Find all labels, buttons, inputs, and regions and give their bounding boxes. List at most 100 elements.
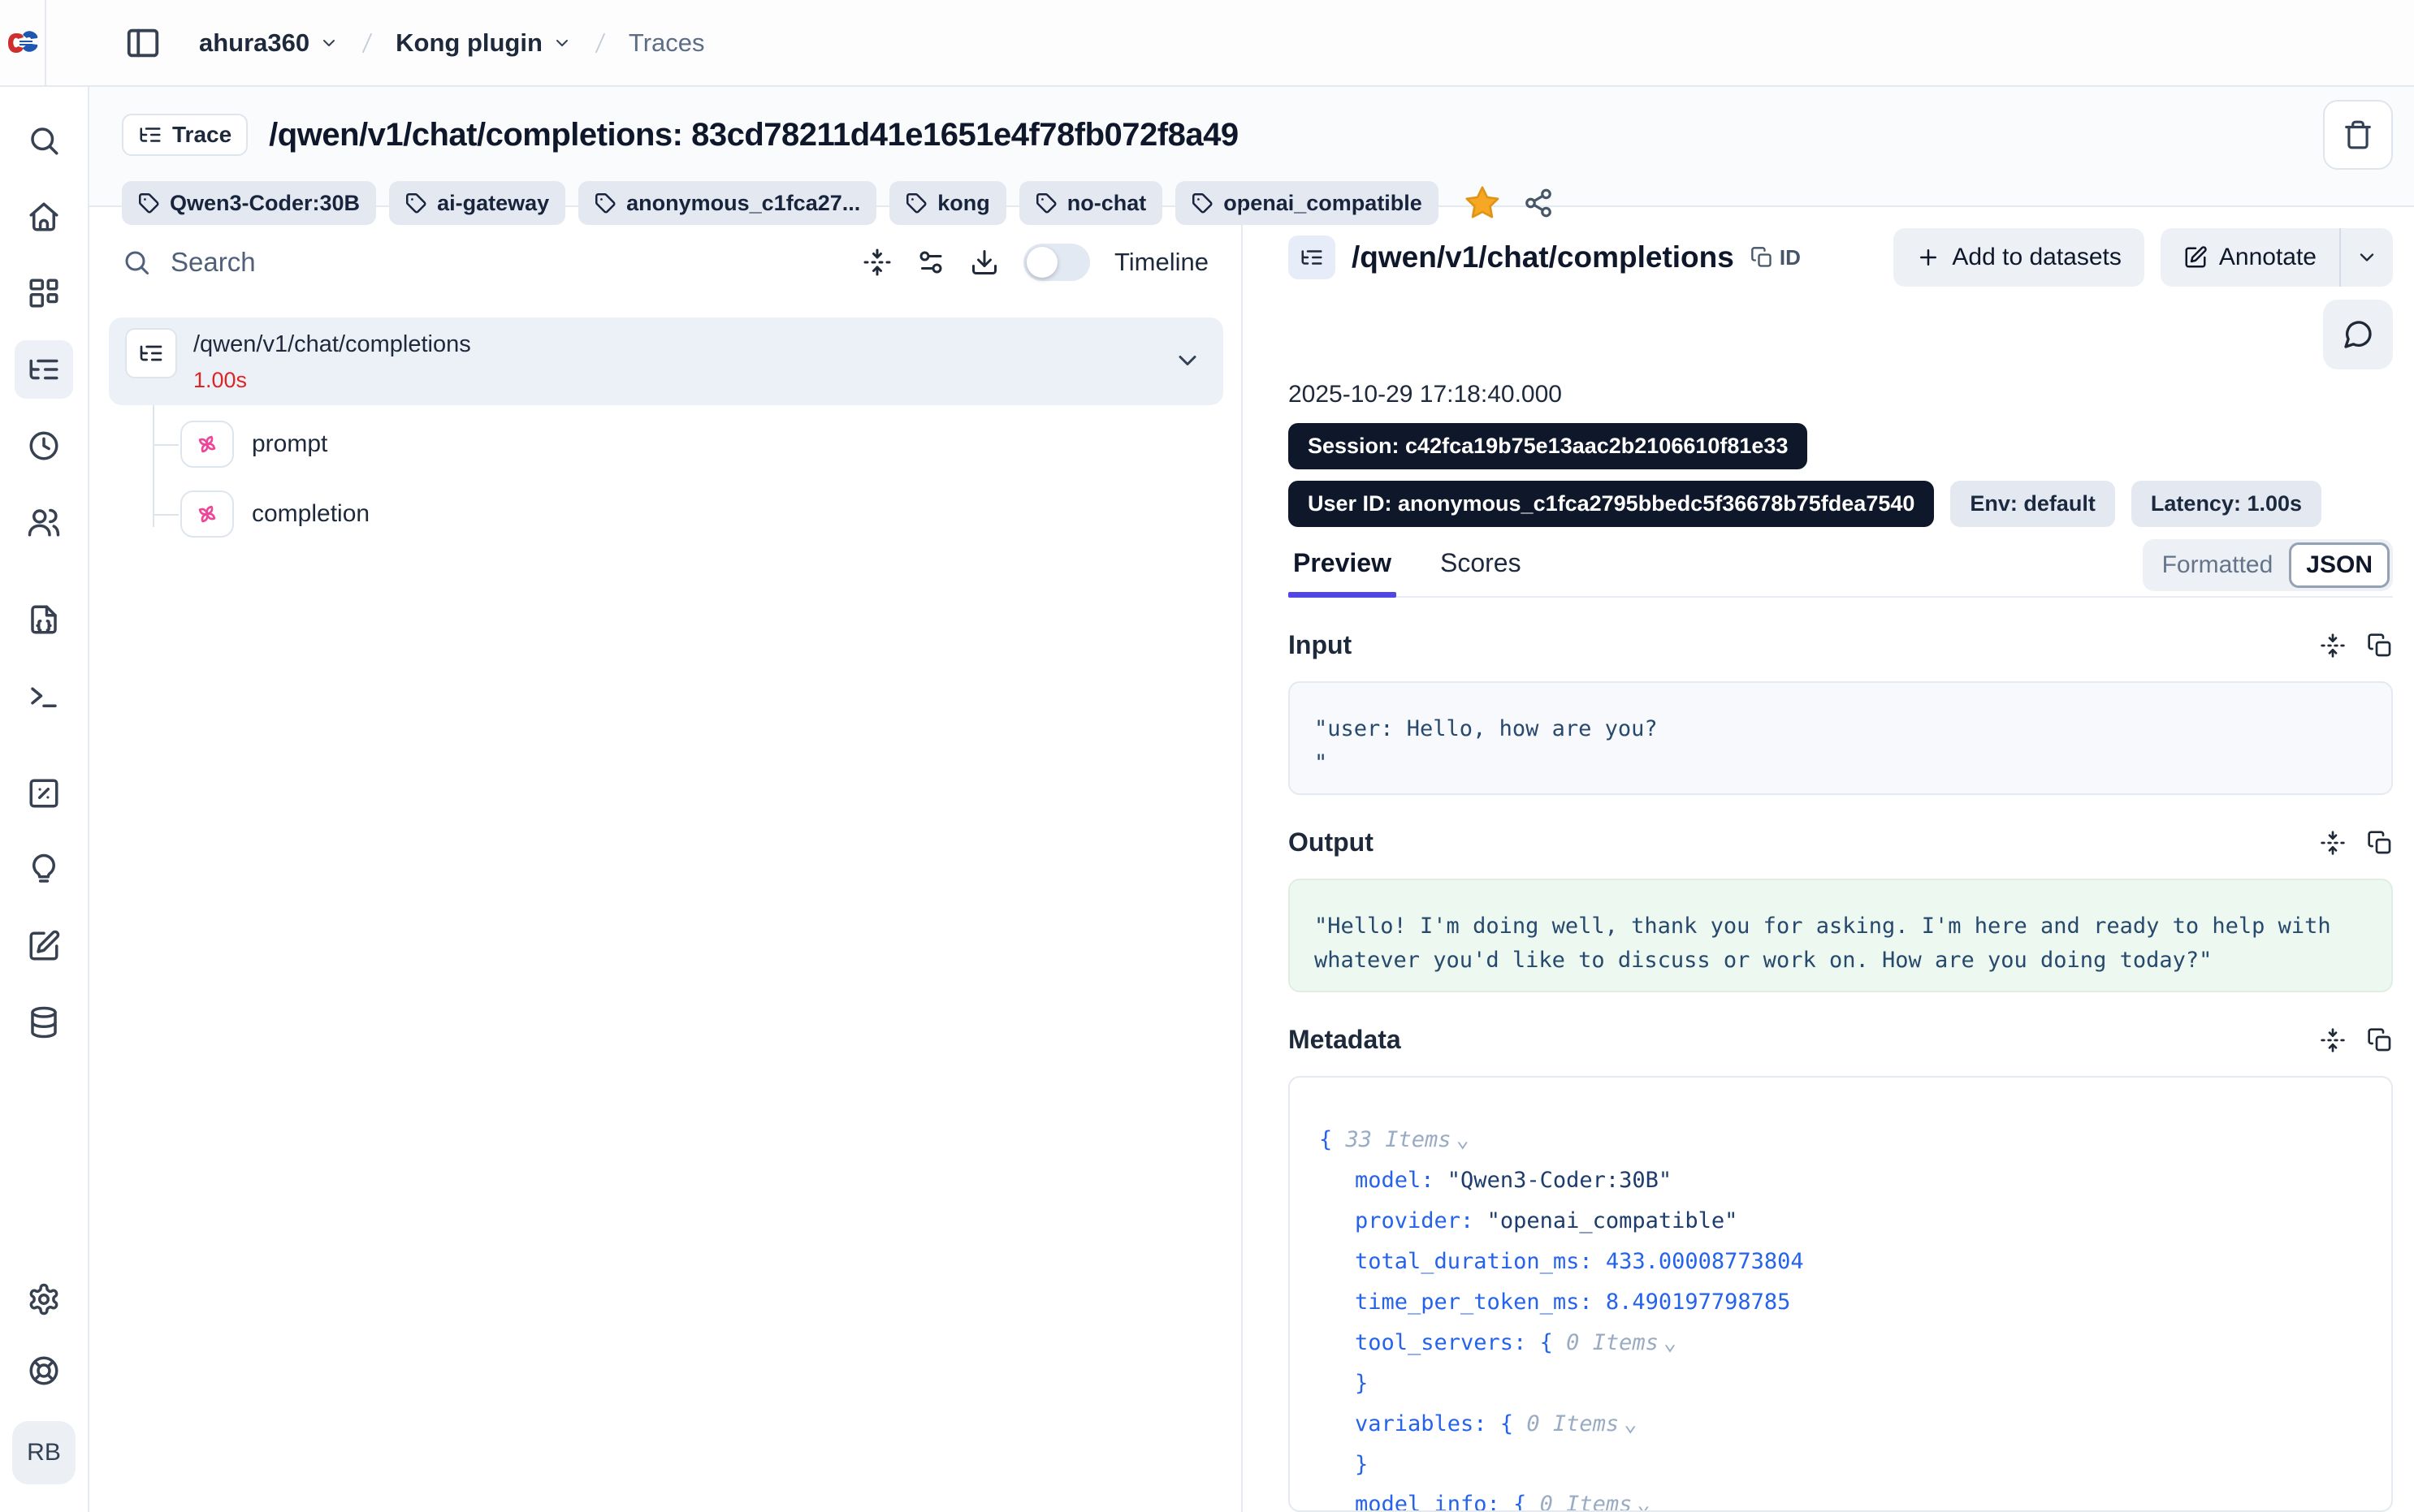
delete-trace-button[interactable] [2323, 100, 2393, 170]
collapse-node-button[interactable] [1173, 346, 1202, 375]
json-line: total_duration_ms: 433.00008773804 [1319, 1242, 2362, 1282]
breadcrumb-org-label: ahura360 [199, 28, 309, 58]
badges-block: Session: c42fca19b75e13aac2b2106610f81e3… [1288, 423, 2393, 527]
breadcrumb: ahura360 Kong plugin Traces [199, 27, 705, 59]
breadcrumb-traces-label: Traces [629, 28, 705, 58]
nav-playground[interactable] [15, 667, 73, 725]
copy-id-button[interactable]: ID [1750, 245, 1801, 270]
breadcrumb-project[interactable]: Kong plugin [396, 28, 572, 58]
detail-header: /qwen/v1/chat/completions ID Add to data… [1288, 228, 2393, 287]
json-line: provider: "openai_compatible" [1319, 1201, 2362, 1242]
search-input[interactable] [171, 247, 838, 278]
chevron-down-icon [552, 33, 572, 53]
trace-detail-panel: /qwen/v1/chat/completions ID Add to data… [1243, 207, 2414, 1512]
nav-support[interactable] [15, 1341, 73, 1400]
fold-vertical-icon [2320, 830, 2346, 856]
search-box [122, 247, 838, 278]
toggle-knob [1027, 247, 1058, 278]
nav-settings[interactable] [15, 1270, 73, 1328]
json-line: time_per_token_ms: 8.490197798785 [1319, 1282, 2362, 1323]
dashboard-icon [27, 276, 61, 310]
view-json-option[interactable]: JSON [2289, 542, 2390, 588]
nav-home[interactable] [15, 188, 73, 246]
copy-button[interactable] [2367, 633, 2393, 659]
observation-pinwheel-icon [180, 421, 234, 468]
tree-root-duration: 1.00s [193, 368, 1157, 393]
tree-root-label: /qwen/v1/chat/completions [193, 328, 1157, 358]
comments-button[interactable] [2323, 300, 2393, 369]
user-avatar[interactable]: RB [12, 1421, 76, 1484]
nav-tracing[interactable] [15, 340, 73, 399]
tree-observation-row[interactable]: prompt [180, 418, 1241, 470]
nav-search[interactable] [15, 111, 73, 170]
app-shell: RB Trace /qwen/v1/chat/completions: 83cd… [0, 87, 2414, 1512]
user-id-badge[interactable]: User ID: anonymous_c1fca2795bbedc5f36678… [1288, 481, 1934, 527]
timeline-toggle[interactable] [1023, 244, 1090, 281]
session-badge[interactable]: Session: c42fca19b75e13aac2b2106610f81e3… [1288, 423, 1807, 469]
observation-tree-panel: Timeline /qwen/v1/chat/completions 1.00s [89, 207, 1243, 1512]
page-title: /qwen/v1/chat/completions: 83cd78211d41e… [269, 117, 2302, 153]
rail-bottom: RB [12, 1270, 76, 1484]
copy-button[interactable] [2367, 1027, 2393, 1053]
nav-prompts[interactable] [15, 590, 73, 649]
annotate-button[interactable]: Annotate [2161, 228, 2339, 287]
panel-left-icon [124, 24, 162, 62]
input-section-header: Input [1288, 630, 2393, 660]
nav-users[interactable] [15, 493, 73, 551]
nav-insights[interactable] [15, 840, 73, 899]
tree-connector-line [153, 405, 154, 527]
nav-annotation[interactable] [15, 917, 73, 975]
copy-icon [2367, 830, 2393, 856]
app-logo[interactable] [0, 0, 46, 85]
download-button[interactable] [970, 248, 999, 277]
sliders-icon [916, 248, 945, 277]
observation-label: completion [252, 500, 370, 528]
metadata-json-viewer: { 33 Items⌄model: "Qwen3-Coder:30B"provi… [1288, 1076, 2393, 1512]
annotate-dropdown-button[interactable] [2339, 228, 2393, 287]
nav-evaluation[interactable] [15, 764, 73, 823]
tree-settings-button[interactable] [916, 248, 945, 277]
nav-sessions[interactable] [15, 417, 73, 475]
input-section-actions [2320, 633, 2393, 659]
collapse-section-button[interactable] [2320, 1027, 2346, 1053]
view-mode-toggle: Formatted JSON [2143, 539, 2393, 591]
copy-button[interactable] [2367, 830, 2393, 856]
trace-badge-icon [1288, 235, 1335, 279]
collapse-section-button[interactable] [2320, 633, 2346, 659]
trace-timestamp: 2025-10-29 17:18:40.000 [1288, 381, 2393, 408]
nav-datasets[interactable] [15, 993, 73, 1052]
latency-badge: Latency: 1.00s [2131, 481, 2321, 527]
tab-scores[interactable]: Scores [1435, 548, 1526, 596]
download-icon [970, 248, 999, 277]
trace-header: Trace /qwen/v1/chat/completions: 83cd782… [89, 87, 2414, 207]
tree-observation-row[interactable]: completion [180, 488, 1241, 540]
fold-vertical-icon [2320, 1027, 2346, 1053]
view-formatted-option[interactable]: Formatted [2146, 543, 2290, 587]
detail-tabs: Preview Scores Formatted JSON [1288, 548, 2393, 598]
list-tree-icon [27, 352, 61, 387]
json-line[interactable]: tool_servers: { 0 Items⌄ [1319, 1323, 2362, 1363]
trash-icon [2343, 119, 2373, 150]
collapse-all-button[interactable] [863, 248, 892, 277]
sidebar-toggle-button[interactable] [124, 24, 162, 62]
collapse-section-button[interactable] [2320, 830, 2346, 856]
add-to-datasets-button[interactable]: Add to datasets [1893, 228, 2144, 287]
copy-icon [2367, 1027, 2393, 1053]
json-line[interactable]: { 33 Items⌄ [1319, 1120, 2362, 1160]
json-line[interactable]: model_info: { 0 Items⌄ [1319, 1484, 2362, 1512]
detail-title: /qwen/v1/chat/completions [1352, 240, 1734, 274]
trace-node-icon [125, 328, 177, 378]
input-code-block: "user: Hello, how are you? " [1288, 681, 2393, 795]
top-bar: ahura360 Kong plugin Traces [0, 0, 2414, 87]
json-line[interactable]: variables: { 0 Items⌄ [1319, 1404, 2362, 1445]
users-icon [27, 505, 61, 539]
tree-root-row[interactable]: /qwen/v1/chat/completions 1.00s [109, 318, 1223, 405]
output-code-block: "Hello! I'm doing well, thank you for as… [1288, 879, 2393, 992]
breadcrumb-traces[interactable]: Traces [629, 28, 705, 58]
fold-vertical-icon [2320, 633, 2346, 659]
tab-preview[interactable]: Preview [1288, 548, 1396, 596]
breadcrumb-project-label: Kong plugin [396, 28, 543, 58]
breadcrumb-org[interactable]: ahura360 [199, 28, 339, 58]
nav-dashboard[interactable] [15, 264, 73, 322]
json-line: } [1319, 1445, 2362, 1485]
